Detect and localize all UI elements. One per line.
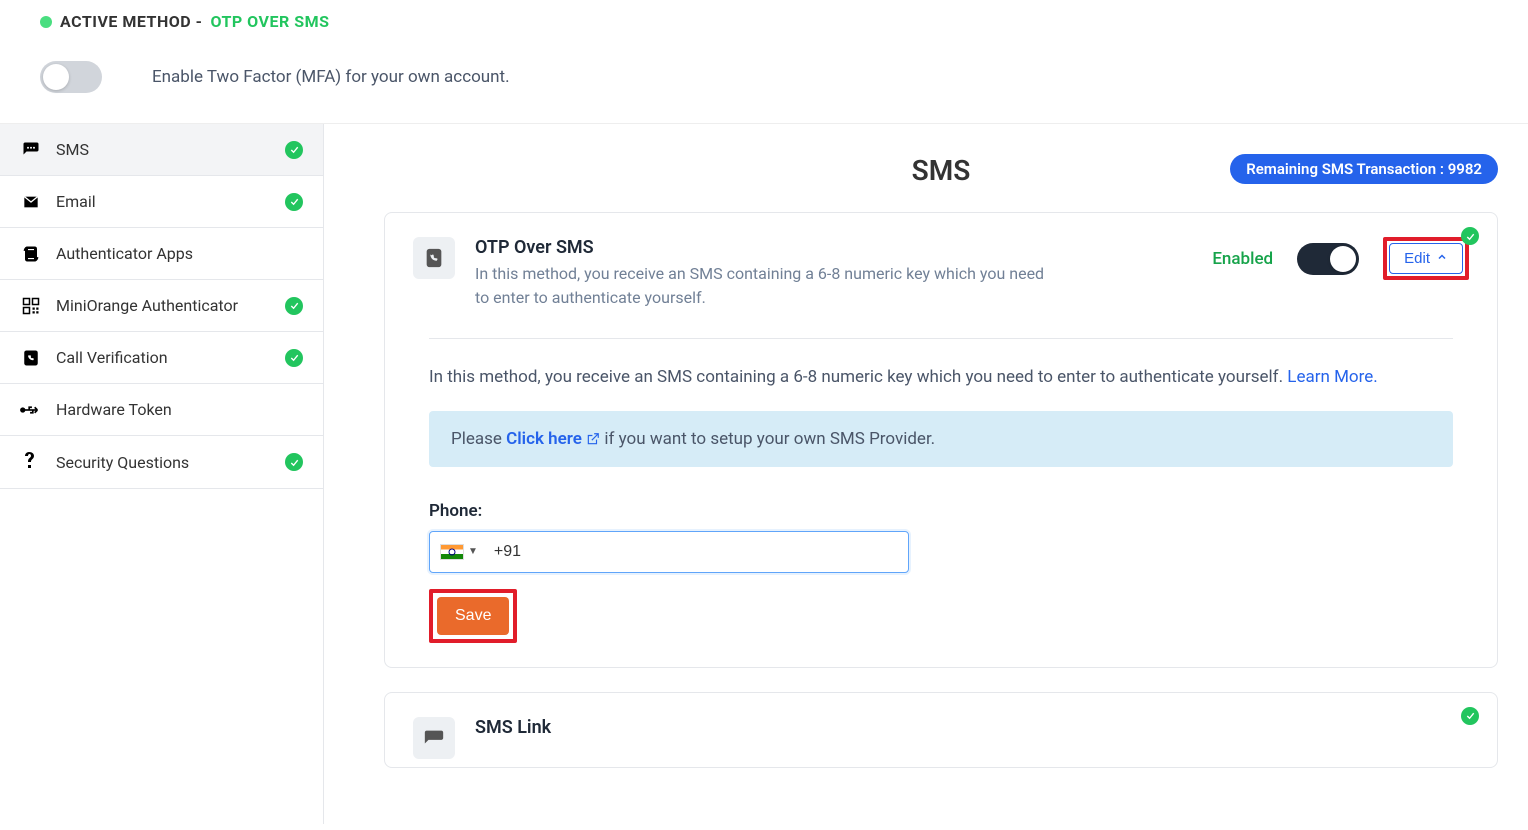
- otp-body-main: In this method, you receive an SMS conta…: [429, 367, 1287, 387]
- sidebar-item-label: Authenticator Apps: [56, 244, 193, 263]
- sms-link-card: SMS Link: [384, 692, 1498, 768]
- sms-link-title: SMS Link: [475, 717, 1469, 738]
- sidebar-item-label: SMS: [56, 140, 89, 159]
- sidebar-item-call-verification[interactable]: Call Verification: [0, 332, 323, 384]
- check-icon: [285, 453, 303, 471]
- sidebar-item-sms[interactable]: SMS: [0, 124, 323, 176]
- learn-more-link[interactable]: Learn More.: [1287, 367, 1377, 387]
- enable-mfa-toggle[interactable]: [40, 61, 102, 93]
- check-icon: [285, 297, 303, 315]
- chevron-up-icon: [1436, 250, 1448, 267]
- active-method-name: OTP OVER SMS: [210, 12, 329, 31]
- active-method-label: ACTIVE METHOD - OTP OVER SMS: [40, 12, 1488, 31]
- remaining-sms-badge: Remaining SMS Transaction : 9982: [1230, 154, 1498, 184]
- phone-icon: [20, 245, 42, 263]
- sidebar-item-label: MiniOrange Authenticator: [56, 296, 238, 315]
- otp-card-title: OTP Over SMS: [475, 237, 1192, 258]
- active-method-prefix: ACTIVE METHOD -: [60, 12, 202, 31]
- page-title: SMS: [912, 154, 971, 187]
- sms-icon: [20, 141, 42, 159]
- check-icon: [1461, 227, 1479, 245]
- enable-mfa-text: Enable Two Factor (MFA) for your own acc…: [152, 67, 510, 87]
- sidebar-item-label: Hardware Token: [56, 400, 172, 419]
- click-here-link[interactable]: Click here: [506, 429, 600, 449]
- usb-icon: [20, 403, 42, 417]
- sms-provider-info: Please Click here if you want to setup y…: [429, 411, 1453, 467]
- save-highlight: Save: [429, 589, 517, 643]
- check-icon: [1461, 707, 1479, 725]
- call-icon: [20, 349, 42, 367]
- sidebar-item-miniorange[interactable]: MiniOrange Authenticator: [0, 280, 323, 332]
- sidebar-item-hardware-token[interactable]: Hardware Token: [0, 384, 323, 436]
- otp-body-text: In this method, you receive an SMS conta…: [429, 365, 1453, 391]
- email-icon: [20, 194, 42, 210]
- sidebar-item-label: Email: [56, 192, 96, 211]
- edit-highlight: Edit: [1383, 237, 1469, 280]
- enabled-status: Enabled: [1212, 249, 1273, 269]
- sidebar-item-email[interactable]: Email: [0, 176, 323, 228]
- check-icon: [285, 141, 303, 159]
- otp-sms-icon: [413, 237, 455, 279]
- info-suffix: if you want to setup your own SMS Provid…: [600, 429, 935, 449]
- edit-label: Edit: [1404, 250, 1430, 267]
- edit-button[interactable]: Edit: [1389, 243, 1463, 274]
- question-icon: [20, 452, 42, 472]
- otp-over-sms-card: OTP Over SMS In this method, you receive…: [384, 212, 1498, 668]
- sidebar-item-security-questions[interactable]: Security Questions: [0, 436, 323, 489]
- external-link-icon: [586, 432, 600, 446]
- sidebar-item-authenticator-apps[interactable]: Authenticator Apps: [0, 228, 323, 280]
- sms-link-icon: [413, 717, 455, 759]
- status-dot-icon: [40, 16, 52, 28]
- otp-card-subtitle: In this method, you receive an SMS conta…: [475, 262, 1055, 310]
- country-flag-icon[interactable]: [440, 544, 464, 560]
- check-icon: [285, 193, 303, 211]
- info-prefix: Please: [451, 429, 506, 449]
- otp-enable-toggle[interactable]: [1297, 243, 1359, 275]
- phone-input[interactable]: [494, 543, 898, 561]
- country-dropdown-caret[interactable]: ▼: [468, 546, 478, 557]
- qr-icon: [20, 297, 42, 315]
- save-button[interactable]: Save: [437, 597, 509, 635]
- sidebar-item-label: Call Verification: [56, 348, 168, 367]
- check-icon: [285, 349, 303, 367]
- phone-input-wrap[interactable]: ▼: [429, 531, 909, 573]
- sidebar-item-label: Security Questions: [56, 453, 189, 472]
- sidebar: SMS Email Authenticator Apps: [0, 124, 324, 824]
- phone-label: Phone:: [429, 501, 1453, 521]
